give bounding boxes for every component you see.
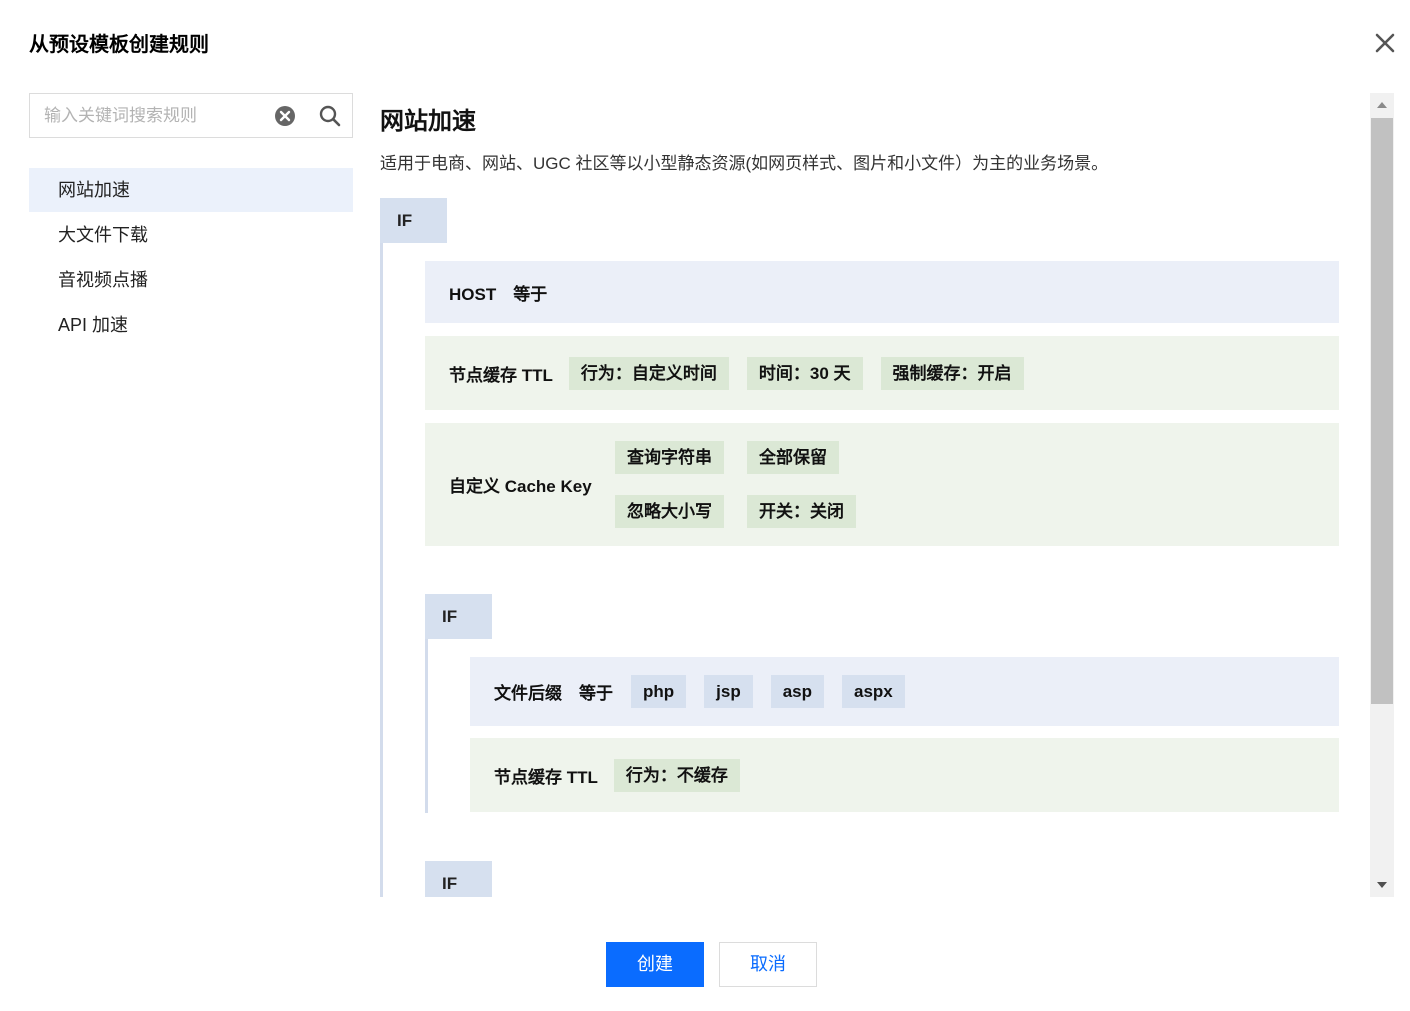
scroll-up-icon[interactable] <box>1370 93 1394 117</box>
template-description: 适用于电商、网站、UGC 社区等以小型静态资源(如网页样式、图片和小文件）为主的… <box>380 154 1109 173</box>
clear-icon[interactable] <box>274 105 296 127</box>
action-chip: 忽略大小写 <box>615 495 724 528</box>
search-box <box>29 93 353 138</box>
search-icon[interactable] <box>318 104 342 128</box>
scrollbar-thumb[interactable] <box>1371 118 1393 704</box>
condition-chip: asp <box>770 675 825 708</box>
if-branch-line <box>380 243 383 897</box>
sidebar-item-label: 大文件下载 <box>58 225 148 245</box>
action-label: 节点缓存 TTL <box>494 767 598 787</box>
action-row: 节点缓存 TTL 行为：自定义时间 时间：30 天 强制缓存：开启 <box>425 336 1339 410</box>
condition-row: 文件后缀 等于 php jsp asp aspx <box>470 657 1339 726</box>
condition-row: HOST 等于 <box>425 261 1339 323</box>
sidebar-item-label: 音视频点播 <box>58 270 148 290</box>
if-branch-line <box>425 639 428 813</box>
action-label: 自定义 Cache Key <box>449 477 592 496</box>
close-icon[interactable] <box>1371 29 1399 57</box>
sidebar-item-label: 网站加速 <box>58 180 130 200</box>
search-input[interactable] <box>44 104 264 128</box>
action-row: 节点缓存 TTL 行为：不缓存 <box>470 738 1339 812</box>
action-chip: 全部保留 <box>747 441 839 474</box>
cache-key-options: 查询字符串 全部保留 忽略大小写 开关：关闭 <box>615 423 915 546</box>
action-chip: 强制缓存：开启 <box>880 356 1024 390</box>
action-label: 节点缓存 TTL <box>449 365 553 385</box>
scrollbar[interactable] <box>1370 93 1394 897</box>
condition-chip: php <box>631 675 687 708</box>
sidebar-item-label: API 加速 <box>58 315 129 335</box>
sidebar-item-website-acceleration[interactable]: 网站加速 <box>29 168 353 212</box>
action-chip: 查询字符串 <box>615 441 724 474</box>
condition-label: HOST 等于 <box>449 284 548 304</box>
sidebar-item-video-on-demand[interactable]: 音视频点播 <box>29 258 353 302</box>
if-tag: IF <box>380 198 447 243</box>
create-button[interactable]: 创建 <box>606 942 704 987</box>
if-tag: IF <box>425 594 492 639</box>
cancel-button[interactable]: 取消 <box>719 942 817 987</box>
action-chip: 行为：不缓存 <box>613 758 740 792</box>
action-chip: 开关：关闭 <box>747 495 856 528</box>
action-row: 自定义 Cache Key 查询字符串 全部保留 忽略大小写 开关：关闭 <box>425 423 1339 546</box>
action-chip: 时间：30 天 <box>746 356 863 390</box>
sidebar-item-large-file-download[interactable]: 大文件下载 <box>29 213 353 257</box>
condition-chip: jsp <box>704 675 753 708</box>
template-title: 网站加速 <box>380 108 476 135</box>
sidebar-item-api-acceleration[interactable]: API 加速 <box>29 303 353 347</box>
rule-preview-panel: 网站加速 适用于电商、网站、UGC 社区等以小型静态资源(如网页样式、图片和小文… <box>380 93 1370 897</box>
scroll-down-icon[interactable] <box>1370 873 1394 897</box>
dialog-title: 从预设模板创建规则 <box>29 34 209 56</box>
condition-chip: aspx <box>842 675 905 708</box>
action-chip: 行为：自定义时间 <box>568 356 729 390</box>
condition-label: 文件后缀 等于 <box>494 684 613 703</box>
if-tag: IF <box>425 861 492 897</box>
